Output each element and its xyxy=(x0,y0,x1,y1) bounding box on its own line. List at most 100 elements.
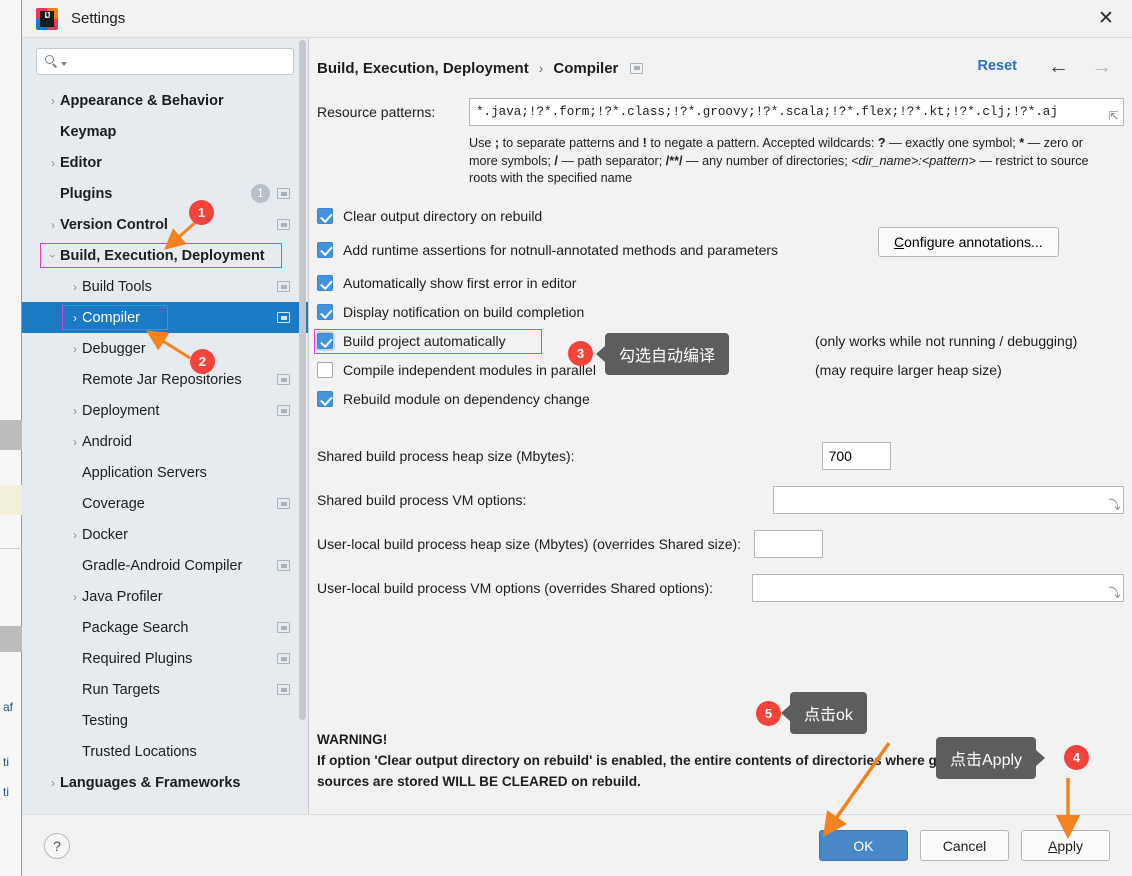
arrow-right-icon[interactable]: → xyxy=(1091,56,1112,77)
sidebar-item-version-control[interactable]: › Version Control xyxy=(22,209,308,240)
sidebar-item-compiler[interactable]: › Compiler xyxy=(22,302,308,333)
sidebar-item-remote-jar-repositories[interactable]: Remote Jar Repositories xyxy=(22,364,308,395)
checkbox-label[interactable]: Rebuild module on dependency change xyxy=(343,391,590,407)
project-scope-icon[interactable] xyxy=(277,560,290,571)
sidebar-item-plugins[interactable]: Plugins 1 xyxy=(22,178,308,209)
sidebar-item-languages-frameworks[interactable]: › Languages & Frameworks xyxy=(22,767,308,798)
chevron-right-icon[interactable]: › xyxy=(46,94,60,108)
checkbox-label[interactable]: Automatically show first error in editor xyxy=(343,275,576,291)
chevron-right-icon[interactable]: › xyxy=(68,435,82,449)
sidebar-item-label: Build Tools xyxy=(82,278,152,295)
sidebar-scrollbar[interactable] xyxy=(299,40,306,775)
chevron-down-icon[interactable]: › xyxy=(46,249,60,263)
project-scope-icon[interactable] xyxy=(277,374,290,385)
sidebar-item-android[interactable]: › Android xyxy=(22,426,308,457)
option-row: Compile independent modules in parallel (… xyxy=(317,356,1132,385)
project-scope-icon[interactable] xyxy=(277,281,290,292)
cancel-button[interactable]: Cancel xyxy=(920,830,1009,861)
chevron-right-icon[interactable]: › xyxy=(68,342,82,356)
search-box[interactable] xyxy=(36,48,294,75)
chevron-right-icon[interactable]: › xyxy=(46,156,60,170)
checkbox-label[interactable]: Compile independent modules in parallel xyxy=(343,362,596,378)
expand-icon[interactable]: ⤵ xyxy=(1108,586,1121,600)
sidebar-item-deployment[interactable]: › Deployment xyxy=(22,395,308,426)
settings-tree[interactable]: › Appearance & Behavior Keymap › Editor Plugi… xyxy=(22,83,308,814)
sidebar-item-gradle-android-compiler[interactable]: Gradle-Android Compiler xyxy=(22,550,308,581)
checkbox-display-notification-on-build-completion[interactable] xyxy=(317,304,333,320)
field-label: User-local build process heap size (Mbyt… xyxy=(317,535,742,552)
field-input[interactable] xyxy=(821,441,891,470)
checkbox-clear-output-directory-on-rebuild[interactable] xyxy=(317,208,333,224)
checkbox-label[interactable]: Display notification on build completion xyxy=(343,304,584,320)
sidebar-item-debugger[interactable]: › Debugger xyxy=(22,333,308,364)
search-input[interactable] xyxy=(71,53,285,70)
close-icon[interactable]: ✕ xyxy=(1080,0,1132,37)
reset-link[interactable]: Reset xyxy=(978,58,1018,74)
sidebar-item-coverage[interactable]: Coverage xyxy=(22,488,308,519)
checkbox-compile-independent-modules-in-parallel[interactable] xyxy=(317,362,333,378)
project-scope-icon[interactable] xyxy=(277,622,290,633)
sidebar-item-java-profiler[interactable]: › Java Profiler xyxy=(22,581,308,612)
project-scope-icon[interactable] xyxy=(277,219,290,230)
field-input[interactable] xyxy=(752,573,1124,602)
field-row: User-local build process heap size (Mbyt… xyxy=(317,522,1132,566)
field-label: Shared build process heap size (Mbytes): xyxy=(317,447,575,464)
sidebar-item-editor[interactable]: › Editor xyxy=(22,147,308,178)
chevron-right-icon[interactable]: › xyxy=(68,590,82,604)
expand-icon[interactable]: ⇱ xyxy=(1107,110,1120,123)
project-scope-icon[interactable] xyxy=(277,188,290,199)
checkbox-rebuild-module-on-dependency-change[interactable] xyxy=(317,391,333,407)
chevron-right-icon[interactable]: › xyxy=(46,776,60,790)
breadcrumb-root[interactable]: Build, Execution, Deployment xyxy=(317,60,529,77)
background-ide-edge: af ti ti xyxy=(0,0,22,876)
checkbox-label[interactable]: Clear output directory on rebuild xyxy=(343,208,542,224)
sidebar-item-label: Appearance & Behavior xyxy=(60,92,224,109)
resource-patterns-row: Resource patterns: *.java;!?*.form;!?*.c… xyxy=(317,98,1132,126)
chevron-down-icon[interactable] xyxy=(61,62,67,66)
apply-button[interactable]: Apply xyxy=(1021,830,1110,861)
arrow-left-icon[interactable]: ← xyxy=(1048,56,1069,77)
sidebar-item-label: Testing xyxy=(82,712,128,729)
checkbox-automatically-show-first-error-in-editor[interactable] xyxy=(317,275,333,291)
chevron-right-icon[interactable]: › xyxy=(68,311,82,325)
chevron-right-icon[interactable]: › xyxy=(68,528,82,542)
sidebar-item-label: Languages & Frameworks xyxy=(60,774,241,791)
project-scope-icon[interactable] xyxy=(277,498,290,509)
field-input-wrapper: ⤵ xyxy=(773,485,1124,514)
warning-line2: sources are stored WILL BE CLEARED on re… xyxy=(317,774,641,789)
help-button[interactable]: ? xyxy=(44,832,70,859)
chevron-right-icon[interactable]: › xyxy=(68,280,82,294)
sidebar-item-keymap[interactable]: Keymap xyxy=(22,116,308,147)
sidebar-item-build-execution-deployment[interactable]: › Build, Execution, Deployment xyxy=(22,240,308,271)
sidebar-item-required-plugins[interactable]: Required Plugins xyxy=(22,643,308,674)
chevron-right-icon[interactable]: › xyxy=(46,218,60,232)
project-scope-icon[interactable] xyxy=(277,405,290,416)
sidebar-item-appearance-behavior[interactable]: › Appearance & Behavior xyxy=(22,85,308,116)
checkbox-add-runtime-assertions-for-notnull-annotated-methods-and-parameters[interactable] xyxy=(317,241,333,258)
sidebar-item-application-servers[interactable]: Application Servers xyxy=(22,457,308,488)
sidebar-item-build-tools[interactable]: › Build Tools xyxy=(22,271,308,302)
project-scope-icon[interactable] xyxy=(630,62,644,74)
project-scope-icon[interactable] xyxy=(277,684,290,695)
option-row: Display notification on build completion xyxy=(317,298,1132,327)
sidebar-item-package-search[interactable]: Package Search xyxy=(22,612,308,643)
ok-button[interactable]: OK xyxy=(819,830,908,861)
resource-patterns-help: Use ; to separate patterns and ! to nega… xyxy=(469,136,1089,185)
sidebar-item-testing[interactable]: Testing xyxy=(22,705,308,736)
field-input[interactable] xyxy=(754,529,824,558)
project-scope-icon[interactable] xyxy=(277,653,290,664)
sidebar-item-label: Remote Jar Repositories xyxy=(82,371,242,388)
sidebar-item-run-targets[interactable]: Run Targets xyxy=(22,674,308,705)
checkbox-label[interactable]: Add runtime assertions for notnull-annot… xyxy=(343,242,778,258)
sidebar-item-trusted-locations[interactable]: Trusted Locations xyxy=(22,736,308,767)
field-input[interactable] xyxy=(773,485,1124,514)
configure-annotations-button[interactable]: Configure annotations... xyxy=(878,226,1059,257)
chevron-right-icon[interactable]: › xyxy=(68,404,82,418)
sidebar-item-docker[interactable]: › Docker xyxy=(22,519,308,550)
sidebar-item-label: Plugins xyxy=(60,185,113,202)
expand-icon[interactable]: ⤵ xyxy=(1108,498,1121,512)
project-scope-icon[interactable] xyxy=(277,312,290,323)
annotation-highlight-box xyxy=(314,328,542,354)
resource-patterns-input[interactable]: *.java;!?*.form;!?*.class;!?*.groovy;!?*… xyxy=(469,98,1124,126)
plugins-count-badge: 1 xyxy=(251,184,270,203)
